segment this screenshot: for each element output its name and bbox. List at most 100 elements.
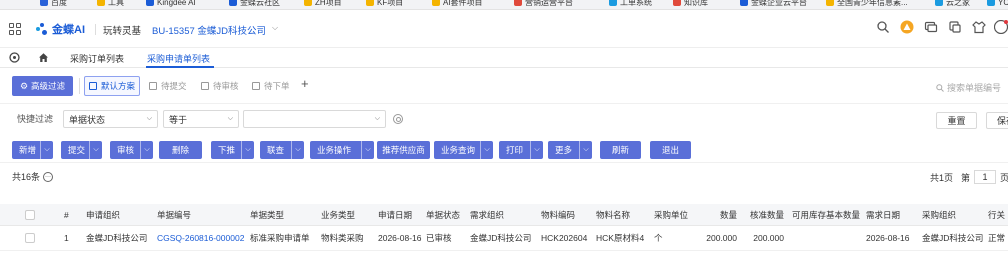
- column-header[interactable]: #: [64, 204, 76, 225]
- chevron-down-icon: ⌵: [374, 115, 380, 122]
- column-header[interactable]: 行关: [988, 204, 1008, 225]
- column-header[interactable]: 申请组织: [86, 204, 154, 225]
- bookmark-icon: [609, 0, 617, 6]
- advanced-filter-button[interactable]: ⚙ 高级过滤: [12, 76, 73, 96]
- scheme-tab-default[interactable]: 默认方案: [84, 76, 141, 96]
- table-cell: [792, 226, 866, 250]
- table-cell: 金蝶JD科技公司: [86, 233, 148, 243]
- exit-button[interactable]: 退出: [650, 141, 691, 159]
- chevron-down-icon[interactable]: ⌵: [361, 141, 374, 159]
- print-button[interactable]: 打印 ⌵: [499, 141, 543, 159]
- column-header[interactable]: 采购组织: [922, 204, 986, 225]
- column-header[interactable]: 采购单位: [654, 204, 688, 225]
- home-icon[interactable]: [38, 52, 49, 63]
- bookmark-item[interactable]: AI套件项目: [432, 0, 483, 8]
- column-header[interactable]: 需求组织: [470, 204, 538, 225]
- search-input[interactable]: 搜索单据编号: [936, 81, 1001, 94]
- bookmark-item[interactable]: 营销运营平台: [514, 0, 573, 8]
- tab-purchase-order-list[interactable]: 采购订单列表: [70, 52, 124, 65]
- column-header[interactable]: 单据编号: [157, 204, 247, 225]
- column-header[interactable]: 物料名称: [596, 204, 651, 225]
- more-button[interactable]: 更多 ⌵: [548, 141, 592, 159]
- chevron-down-icon[interactable]: ⌵: [480, 141, 493, 159]
- column-header[interactable]: 单据状态: [426, 204, 468, 225]
- table-cell: 物料类采购: [321, 233, 364, 243]
- filter-value-select[interactable]: ⌵: [243, 110, 386, 128]
- more-label: 更多: [555, 145, 573, 155]
- page-input[interactable]: 1: [974, 170, 997, 184]
- warning-icon[interactable]: [900, 20, 914, 34]
- row-checkbox[interactable]: [25, 233, 35, 243]
- scheme-tab-pending-order[interactable]: 待下单: [248, 76, 294, 96]
- message-icon[interactable]: [924, 20, 938, 34]
- business-query-button[interactable]: 业务查询 ⌵: [434, 141, 493, 159]
- org-switcher[interactable]: BU-15357 金蝶JD科技公司: [152, 23, 266, 37]
- chevron-down-icon[interactable]: ⌵: [241, 141, 254, 159]
- tab-purchase-request-list[interactable]: 采购申请单列表: [147, 52, 210, 65]
- logo[interactable]: 金蝶AI: [35, 21, 85, 37]
- chevron-down-icon[interactable]: ⌵: [272, 23, 278, 33]
- copy-icon[interactable]: [948, 20, 962, 34]
- bookmark-item[interactable]: 百度: [40, 0, 67, 8]
- chevron-down-icon[interactable]: ⌵: [140, 141, 153, 159]
- chevron-down-icon[interactable]: ⌵: [579, 141, 592, 159]
- filter-operator-select[interactable]: 等于 ⌵: [163, 110, 239, 128]
- bookmark-item[interactable]: KF项目: [366, 0, 403, 8]
- business-ops-button[interactable]: 业务操作 ⌵: [310, 141, 374, 159]
- bookmark-item[interactable]: YC: [987, 0, 1008, 8]
- refresh-button[interactable]: 刷新: [600, 141, 641, 159]
- bookmark-item[interactable]: ZH项目: [304, 0, 342, 8]
- shield-icon[interactable]: [9, 52, 20, 63]
- search-icon[interactable]: [876, 20, 890, 34]
- bookmark-item[interactable]: 金蝶企业云平台: [740, 0, 807, 8]
- chevron-down-icon[interactable]: ⌵: [530, 141, 543, 159]
- filter-field-select[interactable]: 单据状态 ⌵: [63, 110, 158, 128]
- column-header[interactable]: 物料编码: [541, 204, 593, 225]
- table-cell: 金蝶JD科技公司: [922, 233, 984, 243]
- bookmark-item[interactable]: 全国青少年信息素...: [826, 0, 908, 8]
- action-toolbar: 新增 ⌵ 提交 ⌵ 审核 ⌵ 删除 下推 ⌵ 联查 ⌵ 业务操作 ⌵ 推荐供应商 业务查询 ⌵ 打印 ⌵ 更多 ⌵ 刷新…: [0, 134, 1008, 162]
- push-down-button[interactable]: 下推 ⌵: [211, 141, 254, 159]
- new-button[interactable]: 新增 ⌵: [12, 141, 53, 159]
- add-scheme-button[interactable]: +: [301, 76, 309, 91]
- business-ops-label: 业务操作: [317, 145, 352, 155]
- bookmark-item[interactable]: 知识库: [673, 0, 708, 8]
- shirt-icon[interactable]: [972, 20, 986, 34]
- avatar[interactable]: [994, 20, 1008, 34]
- query-linked-button[interactable]: 联查 ⌵: [260, 141, 304, 159]
- save-scheme-button[interactable]: 保存: [986, 112, 1008, 129]
- column-header[interactable]: 数量: [690, 204, 737, 225]
- audit-button[interactable]: 审核 ⌵: [110, 141, 153, 159]
- chevron-down-icon[interactable]: ⌵: [40, 141, 53, 159]
- scheme-tab-pending-submit[interactable]: 待提交: [145, 76, 191, 96]
- select-all-checkbox[interactable]: [25, 209, 35, 220]
- table-row[interactable]: 1 金蝶JD科技公司 CGSQ-260816-000002 标准采购申请单 物料类采购 2…: [0, 226, 1008, 251]
- chevron-down-icon[interactable]: ⌵: [291, 141, 304, 159]
- chevron-down-icon[interactable]: ⌵: [89, 141, 102, 159]
- recommend-supplier-button[interactable]: 推荐供应商: [377, 141, 430, 159]
- table-cell: 已审核: [426, 233, 452, 243]
- column-header[interactable]: 业务类型: [321, 204, 376, 225]
- column-header[interactable]: 申请日期: [378, 204, 423, 225]
- play-link[interactable]: 玩转灵基: [103, 23, 141, 37]
- delete-button[interactable]: 删除: [159, 141, 202, 159]
- bookmark-label: KF项目: [377, 0, 404, 7]
- reset-button[interactable]: 重置: [936, 112, 977, 129]
- submit-button[interactable]: 提交 ⌵: [61, 141, 102, 159]
- filter-scheme-bar: ⚙ 高级过滤 默认方案 待提交 待审核 待下单 + 搜索单据编号: [0, 68, 1008, 104]
- column-header[interactable]: 单据类型: [250, 204, 318, 225]
- bookmark-item[interactable]: Kingdee AI: [146, 0, 196, 8]
- more-icon[interactable]: ···: [43, 171, 54, 182]
- bookmark-item[interactable]: 云之家: [935, 0, 970, 8]
- gear-icon[interactable]: [393, 114, 403, 124]
- column-header[interactable]: 可用库存基本数量: [792, 204, 866, 225]
- scheme-icon: [149, 82, 157, 90]
- bookmark-item[interactable]: 工单系统: [609, 0, 652, 8]
- column-header[interactable]: 核准数量: [738, 204, 784, 225]
- bookmark-item[interactable]: 金蝶云社区: [229, 0, 280, 8]
- scheme-tab-pending-audit[interactable]: 待审核: [197, 76, 243, 96]
- bookmark-item[interactable]: 工具: [97, 0, 124, 8]
- app-grid-icon[interactable]: [9, 23, 21, 35]
- column-header[interactable]: 需求日期: [866, 204, 916, 225]
- bill-number-link[interactable]: CGSQ-260816-000002: [157, 226, 247, 250]
